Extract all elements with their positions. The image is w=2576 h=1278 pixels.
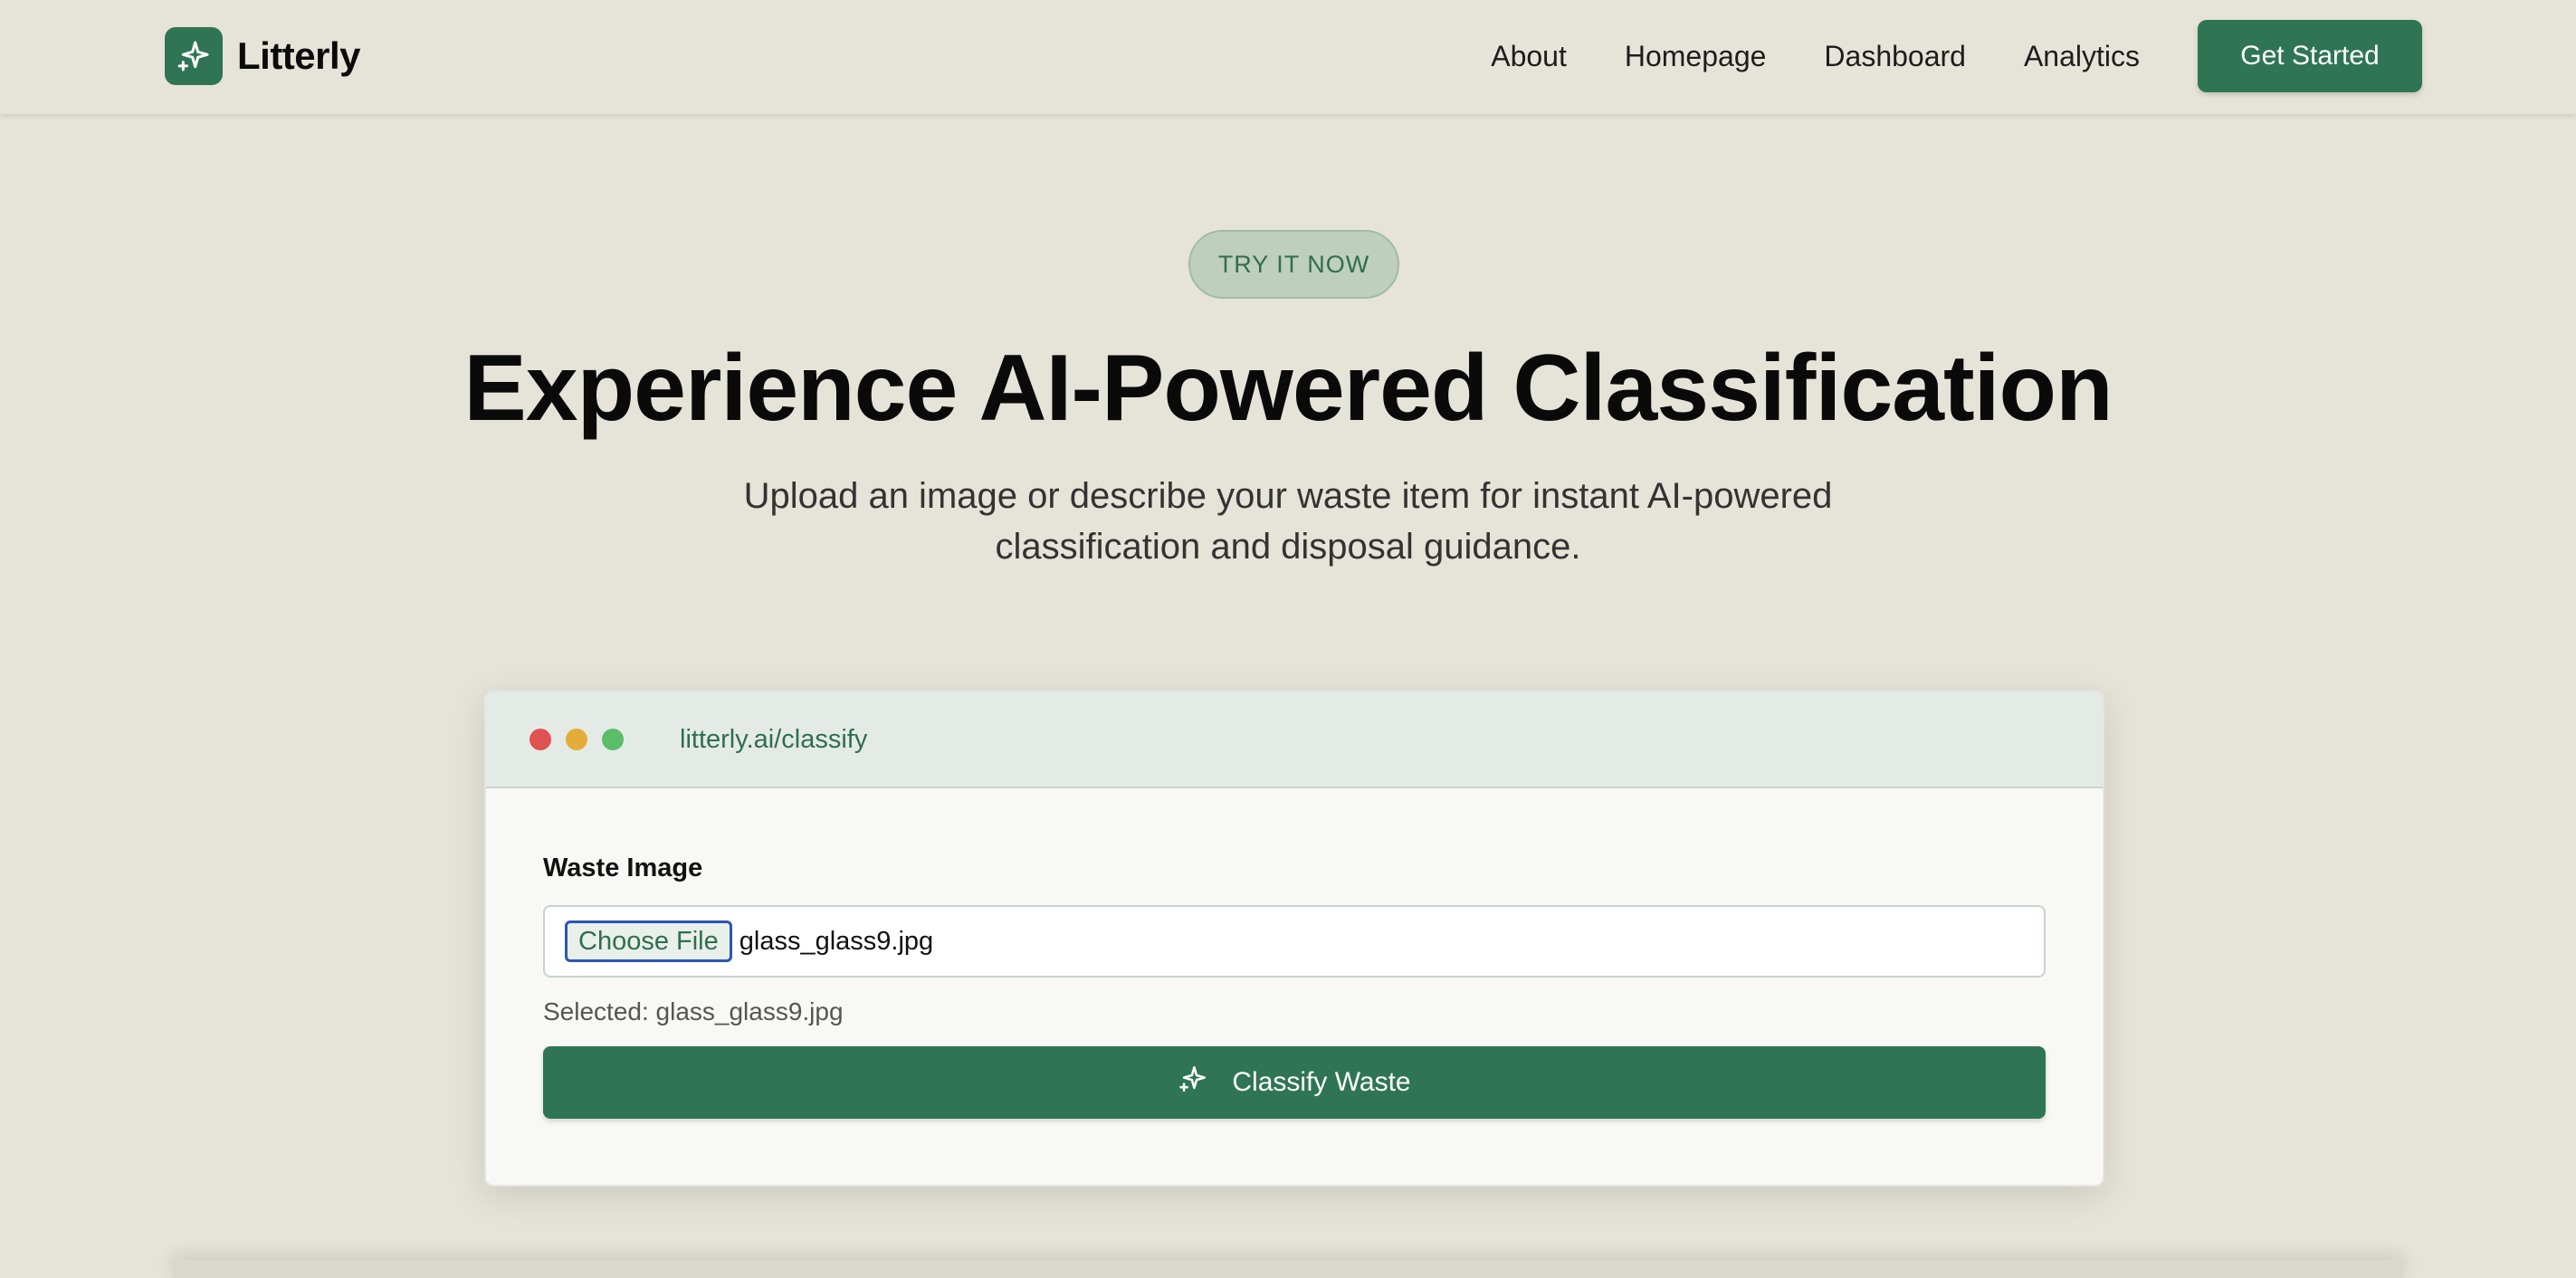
window-maximize-dot [602,729,624,750]
site-header: Litterly About Homepage Dashboard Analyt… [0,0,2576,114]
try-it-now-badge: TRY IT NOW [1188,230,1399,299]
classify-demo-window: litterly.ai/classify Waste Image Choose … [484,691,2104,1187]
brand-name: Litterly [237,34,361,77]
nav-about[interactable]: About [1491,40,1567,73]
nav-homepage[interactable]: Homepage [1625,40,1767,73]
window-titlebar: litterly.ai/classify [486,692,2103,788]
main-nav: About Homepage Dashboard Analytics Get S… [1491,20,2422,92]
brand-logo[interactable]: Litterly [165,27,361,85]
hero-subtitle: Upload an image or describe your waste i… [743,476,1833,567]
sparkles-icon [1178,1063,1208,1102]
chosen-file-name: glass_glass9.jpg [739,926,934,956]
sparkles-icon [165,27,223,85]
next-section-edge [172,1260,2404,1278]
waste-image-label: Waste Image [543,854,703,882]
window-url: litterly.ai/classify [680,724,868,754]
classify-waste-button[interactable]: Classify Waste [543,1046,2046,1119]
selected-file-text: Selected: glass_glass9.jpg [543,997,844,1025]
classify-waste-label: Classify Waste [1232,1067,1411,1097]
choose-file-button[interactable]: Choose File [565,920,732,962]
window-minimize-dot [566,729,587,750]
get-started-button[interactable]: Get Started [2198,20,2422,92]
nav-dashboard[interactable]: Dashboard [1824,40,1966,73]
waste-image-file-input[interactable]: Choose File glass_glass9.jpg [543,905,2046,978]
classify-form: Waste Image Choose File glass_glass9.jpg… [486,854,2103,1119]
window-close-dot [530,729,551,750]
hero-title: Experience AI-Powered Classification [463,336,2113,441]
nav-analytics[interactable]: Analytics [2024,40,2140,73]
